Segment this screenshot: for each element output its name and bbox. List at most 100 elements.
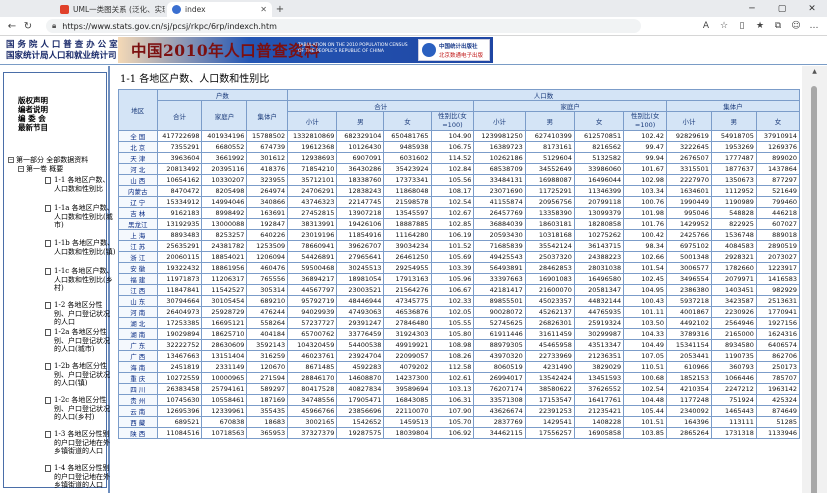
collapse-icon[interactable]: − (18, 166, 24, 172)
browser-tab-index[interactable]: index ✕ (167, 2, 272, 17)
value-cell: 28846170 (287, 372, 338, 384)
toc-item[interactable]: 1-2 各地区分性别、户口登记状况的人口 (45, 301, 116, 327)
copyright-link[interactable]: 版权声明 (18, 96, 48, 105)
toc-item[interactable]: 1-4 各地区分性别的户口登记地在外乡镇街道的人口 (45, 464, 116, 490)
toc-item-label: 1-2b 各地区分性别、户口登记状况的人口(镇) (54, 362, 110, 387)
close-tab-icon[interactable]: ✕ (260, 5, 267, 14)
toc-item[interactable]: 1-1 各地区户数、人口数和性别比 (45, 176, 116, 193)
toc-item[interactable]: 1-3 各地区分性别的户口登记地在外乡镇街道的人口 (45, 430, 116, 456)
value-cell: 799460 (755, 196, 800, 208)
banner-subtitle: TABULATION ON THE 2010 POPULATION CENSUS… (298, 43, 408, 54)
value-cell: 10318168 (524, 229, 575, 241)
value-cell: 46536876 (383, 306, 432, 318)
csdn-favicon-icon (60, 5, 69, 14)
scroll-up-icon[interactable]: ▲ (802, 68, 827, 75)
value-cell: 102.84 (430, 163, 475, 175)
value-cell: 1542652 (336, 416, 385, 428)
table-row: 安 徽 19322432 18861956 460476 59500468 3024551… (118, 262, 800, 274)
value-cell: 17913163 (383, 273, 432, 285)
value-cell: 103.13 (430, 383, 475, 395)
value-cell: 45966766 (287, 405, 338, 417)
value-cell: 17373341 (383, 174, 432, 186)
editor-notes-link[interactable]: 编者说明 (18, 105, 48, 114)
value-cell: 1429952 (666, 218, 712, 230)
browser-tab-uml[interactable]: UML一类图关系 (泛化、实现、 ✕ (55, 2, 165, 17)
table-row: 江 苏 25635291 24381782 1253509 78660941 396267… (118, 240, 800, 252)
org-line-2: 国家统计局人口和就业统计司 (6, 51, 117, 61)
value-cell: 1133946 (755, 427, 800, 439)
favorites-icon[interactable]: ★ (751, 21, 769, 31)
value-cell: 105.70 (430, 416, 475, 428)
region-cell: 山 东 (118, 295, 158, 307)
collapse-icon[interactable]: − (8, 157, 14, 163)
vertical-scrollbar[interactable]: ▲ (802, 66, 827, 493)
value-cell: 65700762 (287, 328, 338, 340)
refresh-icon[interactable]: ↻ (20, 21, 36, 32)
value-cell: 22110070 (383, 405, 432, 417)
value-cell: 32222752 (156, 339, 203, 351)
value-cell: 104320459 (287, 339, 338, 351)
back-icon[interactable]: ← (4, 21, 20, 32)
value-cell: 12339961 (201, 405, 248, 417)
value-cell: 2340092 (666, 405, 712, 417)
value-cell: 305314 (246, 284, 289, 296)
value-cell: 104.33 (623, 328, 667, 340)
toc-item[interactable]: 1-2b 各地区分性别、户口登记状况的人口(镇) (45, 362, 116, 388)
read-aloud-icon[interactable]: A (697, 21, 715, 31)
value-cell: 21564276 (383, 284, 432, 296)
value-cell: 101.54 (623, 262, 667, 274)
value-cell: 37626552 (573, 383, 625, 395)
toc-item[interactable]: 1-2c 各地区分性别、户口登记状况的人口(乡村) (45, 396, 116, 422)
region-cell: 湖 南 (118, 328, 158, 340)
value-cell: 29254955 (383, 262, 432, 274)
toc-item[interactable]: 1-1a 各地区户数、人口数和性别比(城市) (45, 204, 116, 230)
tree-chapter-1[interactable]: − 第一卷 概要 (18, 165, 63, 174)
minimize-window-icon[interactable]: ─ (737, 4, 767, 14)
value-cell: 4001867 (666, 306, 712, 318)
profile-icon[interactable]: ☺ (787, 21, 805, 31)
tree-part-1[interactable]: − 第一部分 全部数据资料 (8, 156, 88, 165)
value-cell: 1416583 (755, 273, 800, 285)
collections-icon[interactable]: ⧉ (769, 21, 787, 31)
value-cell: 446218 (755, 207, 800, 219)
value-cell: 28462853 (524, 262, 575, 274)
value-cell: 17905471 (336, 394, 385, 406)
value-cell: 40827834 (336, 383, 385, 395)
table-row: 浙 江 20060115 18854021 1206094 54426891 279656… (118, 251, 800, 263)
value-cell: 49425543 (473, 251, 526, 263)
table-row: 福 建 11971873 11206317 765556 36894217 1898105… (118, 273, 800, 285)
region-cell: 贵 州 (118, 394, 158, 406)
value-cell: 417722698 (156, 130, 203, 142)
tab-label: UML一类图关系 (泛化、实现、 (73, 5, 165, 14)
value-cell: 44765935 (573, 306, 625, 318)
value-cell: 99.47 (623, 141, 667, 153)
split-screen-icon[interactable]: ▯ (733, 21, 751, 31)
value-cell: 3963604 (156, 152, 203, 164)
value-cell: 98.34 (623, 240, 667, 252)
value-cell: 13000088 (201, 218, 248, 230)
value-cell: 1403451 (710, 284, 757, 296)
header-col: 女 (573, 111, 625, 131)
value-cell: 6975102 (666, 240, 712, 252)
scrollbar-thumb[interactable] (811, 86, 817, 493)
url-field[interactable]: 🔒︎ https://www.stats.gov.cn/sj/pcsj/rkpc… (46, 19, 641, 33)
more-icon[interactable]: … (805, 21, 823, 31)
value-cell: 8470472 (156, 185, 203, 197)
toc-item[interactable]: 1-1b 各地区户数、人口数和性别比(镇) (45, 239, 116, 256)
census-table: 地区 户数 人口数 合计 家庭户 集体户 合计 家庭户 集体户 小计 男 女 性… (118, 89, 800, 439)
latest-link[interactable]: 最新节目 (18, 123, 48, 132)
favorite-star-icon[interactable]: ☆ (715, 21, 733, 31)
maximize-window-icon[interactable]: ▢ (767, 4, 797, 14)
value-cell: 48446944 (336, 295, 385, 307)
editorial-board-link[interactable]: 编 委 会 (18, 114, 48, 123)
toc-item[interactable]: 1-2a 各地区分性别、户口登记状况的人口(城市) (45, 328, 116, 354)
value-cell: 19426106 (336, 218, 385, 230)
close-window-icon[interactable]: ✕ (797, 4, 827, 14)
region-cell: 浙 江 (118, 251, 158, 263)
value-cell: 2564946 (710, 317, 757, 329)
toc-item[interactable]: 1-1c 各地区户数、人口数和性别比(乡村) (45, 267, 116, 293)
document-icon (45, 177, 51, 184)
document-icon (45, 397, 51, 404)
new-tab-button[interactable]: + (272, 2, 288, 17)
value-cell: 11725291 (524, 185, 575, 197)
